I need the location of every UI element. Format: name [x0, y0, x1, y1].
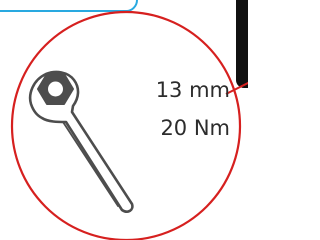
- torque-spec-detail: 13 mm 20 Nm: [0, 0, 248, 240]
- torque-value-label: 20 Nm: [160, 116, 230, 140]
- hex-nut-icon: [37, 73, 74, 105]
- wrench-size-label: 13 mm: [155, 78, 230, 102]
